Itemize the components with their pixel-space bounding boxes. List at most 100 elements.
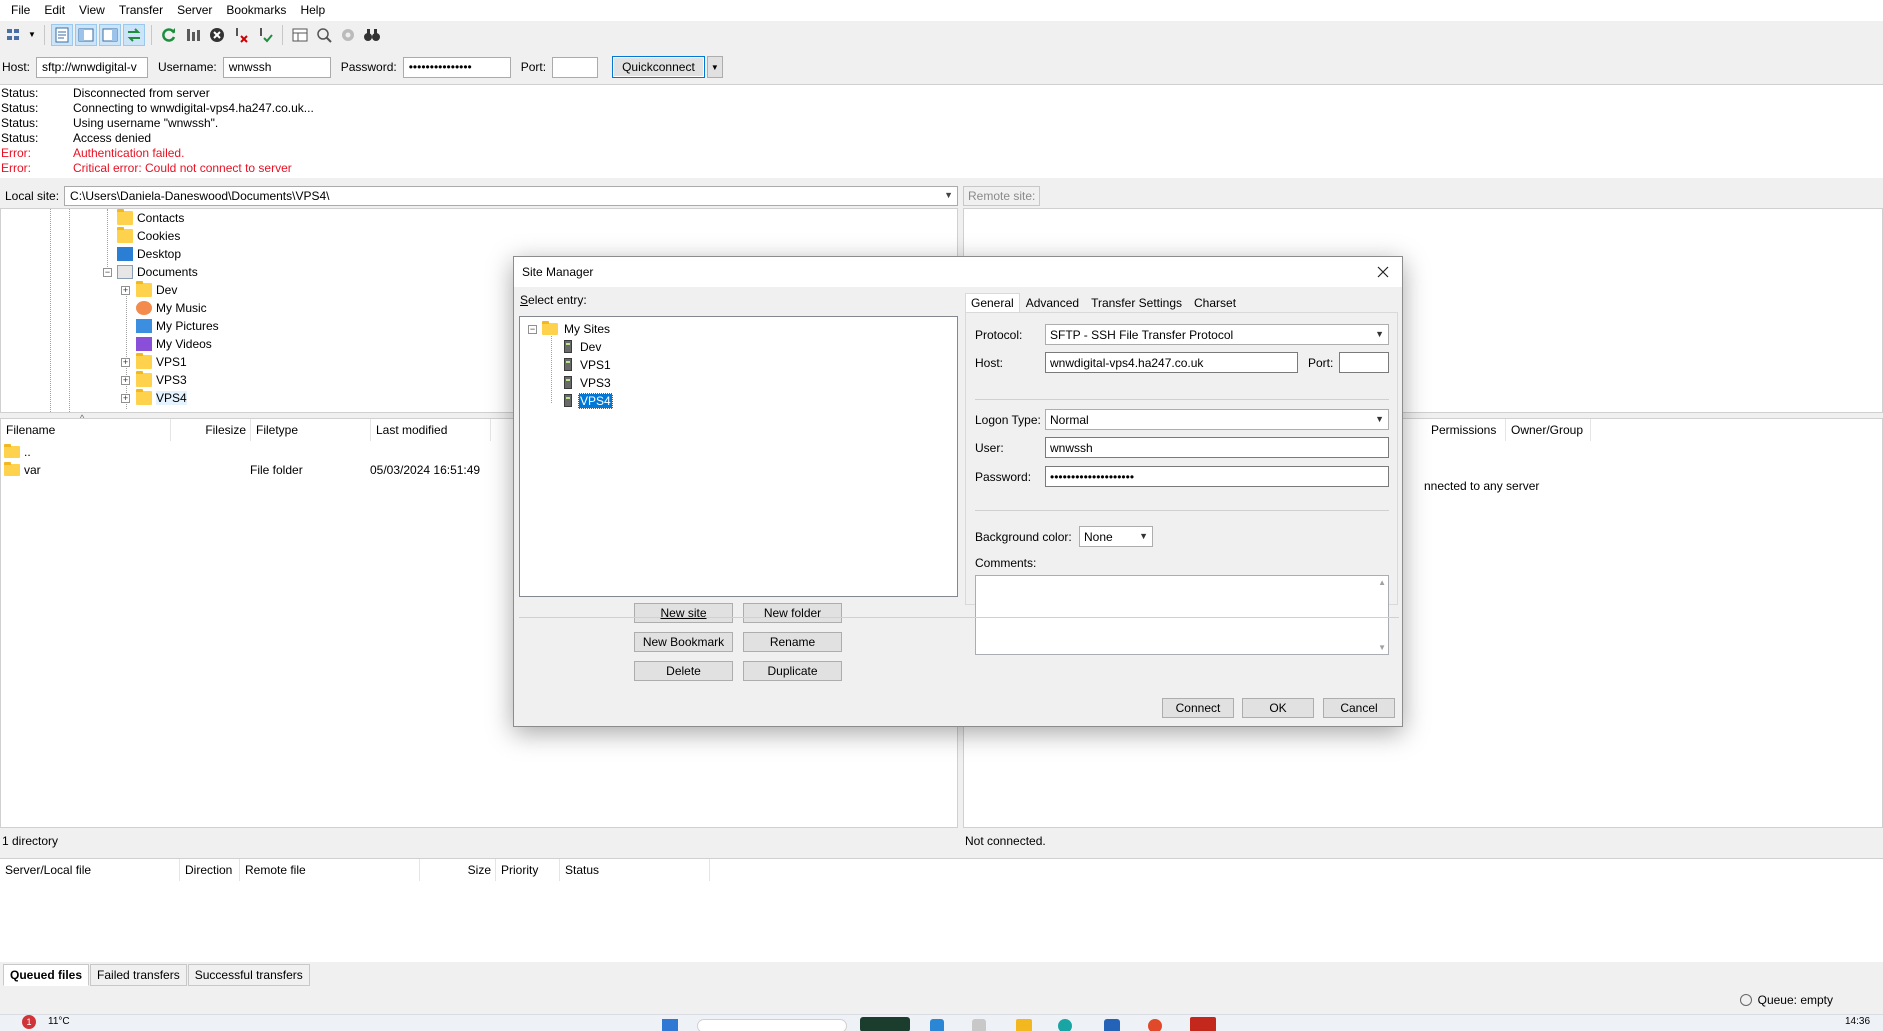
cancel-operation-icon[interactable]	[206, 24, 228, 46]
menu-view[interactable]: View	[72, 0, 112, 21]
taskbar-app-icon[interactable]	[860, 1017, 910, 1031]
quickconnect-dropdown-icon[interactable]: ▼	[706, 56, 723, 78]
transfer-queue[interactable]: Server/Local file Direction Remote file …	[0, 858, 1883, 962]
site-manager-icon[interactable]	[4, 24, 26, 46]
column-priority[interactable]: Priority	[496, 859, 560, 881]
duplicate-button[interactable]: Duplicate	[743, 661, 842, 681]
column-direction[interactable]: Direction	[180, 859, 240, 881]
column-filename[interactable]: Filename	[1, 419, 171, 441]
protocol-select[interactable]: SFTP - SSH File Transfer Protocol ▼	[1045, 324, 1389, 345]
collapse-icon[interactable]: −	[528, 325, 537, 334]
user-input[interactable]: wnwssh	[1045, 437, 1389, 458]
tree-item-dev[interactable]: Dev	[136, 281, 177, 299]
filezilla-taskbar-icon[interactable]	[1190, 1017, 1216, 1031]
delete-button[interactable]: Delete	[634, 661, 733, 681]
tree-item-documents[interactable]: Documents	[117, 263, 198, 281]
column-filetype[interactable]: Filetype	[251, 419, 371, 441]
expand-icon[interactable]: +	[121, 394, 130, 403]
toggle-remote-tree-icon[interactable]	[99, 23, 121, 46]
menu-transfer[interactable]: Transfer	[112, 0, 170, 21]
taskbar-app-icon[interactable]	[972, 1019, 986, 1031]
column-status[interactable]: Status	[560, 859, 710, 881]
tree-item-desktop[interactable]: Desktop	[117, 245, 181, 263]
new-folder-button[interactable]: New folder	[743, 603, 842, 623]
tree-item-my-music[interactable]: My Music	[136, 299, 207, 317]
tree-item-contacts[interactable]: Contacts	[117, 209, 184, 227]
column-size[interactable]: Size	[420, 859, 496, 881]
tab-advanced[interactable]: Advanced	[1020, 293, 1085, 313]
taskbar-search-box[interactable]	[697, 1019, 847, 1031]
refresh-icon[interactable]	[158, 24, 180, 46]
toggle-queue-icon[interactable]	[123, 23, 145, 46]
process-queue-icon[interactable]	[182, 24, 204, 46]
site-item-vps3[interactable]: VPS3	[564, 374, 613, 391]
tab-transfer-settings[interactable]: Transfer Settings	[1085, 293, 1188, 313]
tree-item-my-videos[interactable]: My Videos	[136, 335, 212, 353]
tab-successful-transfers[interactable]: Successful transfers	[187, 964, 310, 986]
tree-item-vps3[interactable]: VPS3	[136, 371, 187, 389]
password-input[interactable]: ••••••••••••••••••••	[1045, 466, 1389, 487]
username-input[interactable]: wnwssh	[222, 56, 331, 78]
column-owner-group[interactable]: Owner/Group	[1506, 419, 1591, 441]
expand-icon[interactable]: +	[121, 358, 130, 367]
quickconnect-button[interactable]: Quickconnect	[612, 56, 705, 78]
host-input[interactable]: wnwdigital-vps4.ha247.co.uk	[1045, 352, 1298, 373]
tab-failed-transfers[interactable]: Failed transfers	[90, 964, 187, 986]
port-input[interactable]	[1339, 352, 1389, 373]
column-remote-file[interactable]: Remote file	[240, 859, 420, 881]
directory-listing-filters-icon[interactable]	[289, 24, 311, 46]
tree-item-vps4[interactable]: VPS4	[136, 389, 187, 407]
host-input[interactable]: sftp://wnwdigital-v	[36, 56, 149, 78]
scroll-up-icon[interactable]: ▲	[1378, 578, 1386, 587]
compare-directories-icon[interactable]	[313, 24, 335, 46]
menu-file[interactable]: File	[4, 0, 37, 21]
disconnect-icon[interactable]	[230, 24, 252, 46]
menu-help[interactable]: Help	[293, 0, 332, 21]
site-item-vps4[interactable]: VPS4	[564, 392, 613, 409]
synchronized-browsing-icon[interactable]	[337, 24, 359, 46]
menu-server[interactable]: Server	[170, 0, 219, 21]
site-item-vps1[interactable]: VPS1	[564, 356, 613, 373]
rename-button[interactable]: Rename	[743, 632, 842, 652]
comments-textarea[interactable]: ▲ ▼	[975, 575, 1389, 655]
expand-icon[interactable]: +	[121, 376, 130, 385]
column-last-modified[interactable]: Last modified	[371, 419, 491, 441]
close-icon[interactable]	[1372, 261, 1394, 283]
new-bookmark-button[interactable]: New Bookmark	[634, 632, 733, 652]
new-site-button[interactable]: New site	[634, 603, 733, 623]
logon-type-select[interactable]: Normal ▼	[1045, 409, 1389, 430]
collapse-icon[interactable]: −	[103, 268, 112, 277]
column-filesize[interactable]: Filesize	[171, 419, 251, 441]
tab-charset[interactable]: Charset	[1188, 293, 1242, 313]
store-icon[interactable]	[1104, 1019, 1120, 1031]
toggle-local-tree-icon[interactable]	[75, 23, 97, 46]
file-explorer-icon[interactable]	[1016, 1019, 1032, 1031]
weather-temp[interactable]: 11°C	[48, 1016, 70, 1027]
windows-start-icon[interactable]	[662, 1019, 678, 1031]
background-color-select[interactable]: None ▼	[1079, 526, 1153, 547]
scroll-down-icon[interactable]: ▼	[1378, 643, 1386, 652]
column-server-local-file[interactable]: Server/Local file	[0, 859, 180, 881]
cancel-button[interactable]: Cancel	[1323, 698, 1395, 718]
site-manager-dropdown-icon[interactable]: ▼	[28, 30, 38, 39]
connect-button[interactable]: Connect	[1162, 698, 1234, 718]
tab-general[interactable]: General	[965, 293, 1020, 313]
local-path-input[interactable]: C:\Users\Daniela-Daneswood\Documents\VPS…	[64, 186, 958, 206]
menu-edit[interactable]: Edit	[37, 0, 72, 21]
site-item-dev[interactable]: Dev	[564, 338, 603, 355]
reconnect-icon[interactable]	[254, 24, 276, 46]
edge-icon[interactable]	[1058, 1019, 1072, 1031]
password-input[interactable]: •••••••••••••••	[402, 56, 511, 78]
clock-time[interactable]: 14:36	[1845, 1016, 1870, 1027]
port-input[interactable]	[552, 56, 599, 78]
site-tree[interactable]: − My Sites Dev VPS1 VPS3 VPS4	[519, 316, 958, 597]
chrome-icon[interactable]	[1148, 1019, 1162, 1031]
search-files-icon[interactable]	[361, 24, 383, 46]
chevron-down-icon[interactable]: ▼	[944, 190, 953, 200]
tree-item-my-sites[interactable]: My Sites	[542, 320, 612, 337]
expand-icon[interactable]: +	[121, 286, 130, 295]
taskbar-app-icon[interactable]	[930, 1019, 944, 1031]
tree-item-my-pictures[interactable]: My Pictures	[136, 317, 219, 335]
tab-queued-files[interactable]: Queued files	[3, 964, 90, 986]
menu-bookmarks[interactable]: Bookmarks	[219, 0, 293, 21]
